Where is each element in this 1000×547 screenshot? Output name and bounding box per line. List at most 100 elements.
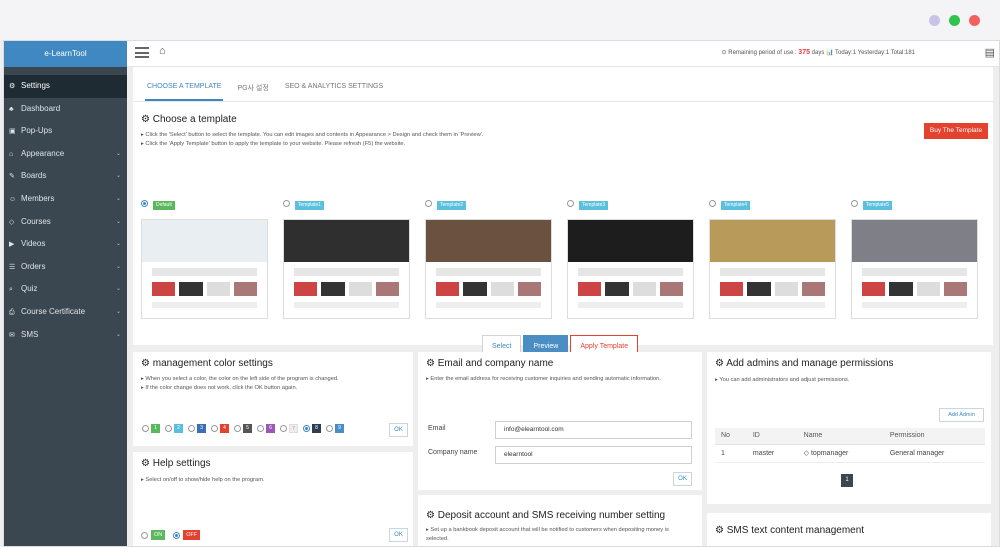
add-admin-button[interactable]: Add Admin: [939, 408, 984, 422]
sidebar-item-videos[interactable]: ▶ Videos ⌄: [4, 233, 127, 256]
graduation-cap-icon: ◇: [9, 218, 15, 226]
color-radio[interactable]: [165, 425, 172, 432]
template-radio[interactable]: [283, 200, 290, 207]
company-name-field[interactable]: elearntool: [495, 446, 692, 464]
company-name-label: Company name: [428, 449, 478, 456]
template-radio[interactable]: [567, 200, 574, 207]
sidebar-item-label: Videos: [21, 239, 46, 249]
gear-icon: ⚙: [141, 114, 153, 125]
color-settings-panel: ⚙ management color settings ▸ When you s…: [133, 352, 413, 446]
template-radio[interactable]: [851, 200, 858, 207]
template-card[interactable]: Template4: [709, 199, 836, 319]
help-on-radio[interactable]: [141, 531, 148, 539]
color-radio[interactable]: [188, 425, 195, 432]
template-thumbnail[interactable]: [141, 219, 268, 319]
tab-0[interactable]: CHOOSE A TEMPLATE: [145, 81, 224, 101]
email-ok-button[interactable]: OK: [673, 472, 692, 486]
sidebar-item-dashboard[interactable]: ♣ Dashboard: [4, 98, 127, 121]
video-icon: ▶: [9, 241, 15, 249]
template-label: Template4: [721, 201, 751, 210]
sidebar-item-members[interactable]: ☺ Members ⌄: [4, 188, 127, 211]
sidebar-item-label: Course Certificate: [21, 306, 86, 316]
color-ok-button[interactable]: OK: [389, 423, 408, 437]
template-card[interactable]: Template1: [283, 199, 410, 319]
template-thumbnail[interactable]: [567, 219, 694, 319]
home-icon[interactable]: ⌂: [159, 45, 166, 57]
template-card[interactable]: Template2: [425, 199, 552, 319]
sidebar-item-appearance[interactable]: ⌂ Appearance ⌄: [4, 143, 127, 166]
email-company-desc: ▸ Enter the email address for receiving …: [426, 376, 661, 382]
sms-title: ⚙ SMS text content management: [715, 525, 865, 536]
sidebar-nav: ⚙ Settings ♣ Dashboard ▣ Pop-Ups ⌂ Appearance ⌄ ✎…: [4, 75, 127, 346]
color-swatch[interactable]: 8: [303, 424, 321, 433]
email-company-title: ⚙ Email and company name: [426, 358, 554, 369]
color-radio[interactable]: [257, 425, 264, 432]
sidebar-item-label: Quiz: [21, 284, 38, 294]
template-thumbnail[interactable]: [709, 219, 836, 319]
chevron-down-icon: ⌄: [115, 308, 121, 315]
color-swatch[interactable]: 5: [234, 424, 252, 433]
color-swatch[interactable]: 7: [280, 424, 298, 433]
email-field[interactable]: info@elearntool.com: [495, 421, 692, 439]
chevron-down-icon: ⌄: [115, 173, 121, 180]
gear-icon: ⚙: [715, 358, 727, 369]
sidebar-item-course-certificate[interactable]: ⎙ Course Certificate ⌄: [4, 301, 127, 324]
color-swatch[interactable]: 6: [257, 424, 275, 433]
template-thumbnail[interactable]: [425, 219, 552, 319]
menu-toggle-icon[interactable]: [135, 47, 149, 58]
sidebar-item-label: Boards: [21, 171, 47, 181]
tab-2[interactable]: SEO & ANALYTICS SETTINGS: [283, 81, 385, 101]
template-thumbnail[interactable]: [851, 219, 978, 319]
color-swatch[interactable]: 3: [188, 424, 206, 433]
sidebar-item-settings[interactable]: ⚙ Settings: [4, 75, 127, 98]
deposit-panel: ⚙ Deposit account and SMS receiving numb…: [418, 495, 702, 546]
template-radio[interactable]: [709, 200, 716, 207]
brand-logo[interactable]: e-LearnTool: [4, 41, 127, 67]
admins-title: ⚙ Add admins and manage permissions: [715, 358, 894, 369]
color-swatch[interactable]: 2: [165, 424, 183, 433]
sidebar-item-orders[interactable]: ☰ Orders ⌄: [4, 256, 127, 279]
help-off-radio[interactable]: [173, 531, 181, 539]
window-dot-green[interactable]: [949, 15, 960, 26]
sidebar-item-boards[interactable]: ✎ Boards ⌄: [4, 165, 127, 188]
sidebar-item-label: Dashboard: [21, 103, 61, 113]
color-radio[interactable]: [234, 425, 241, 432]
window-dot-red[interactable]: [969, 15, 980, 26]
color-radio[interactable]: [211, 425, 218, 432]
template-thumbnail[interactable]: [283, 219, 410, 319]
sidebar-item-courses[interactable]: ◇ Courses ⌄: [4, 211, 127, 234]
color-radio[interactable]: [142, 425, 149, 432]
template-card[interactable]: Template5: [851, 199, 978, 319]
color-swatch[interactable]: 4: [211, 424, 229, 433]
color-box: 6: [266, 424, 275, 433]
help-ok-button[interactable]: OK: [389, 528, 408, 542]
chevron-down-icon: ⌄: [115, 195, 121, 202]
sidebar-item-label: Settings: [21, 81, 50, 90]
manual-icon[interactable]: ▤: [985, 46, 995, 59]
table-row[interactable]: 1 master ◇ topmanager General manager: [715, 444, 985, 463]
tab-1[interactable]: PG사 설정: [235, 81, 270, 101]
remaining-label: ⊙ Remaining period of use :: [721, 50, 797, 56]
sidebar-item-quiz[interactable]: ⌕ Quiz ⌄: [4, 278, 127, 301]
color-radio[interactable]: [326, 425, 333, 432]
color-swatch[interactable]: 9: [326, 424, 344, 433]
sitemap-icon: ♣: [9, 105, 14, 113]
sidebar-item-label: Members: [21, 193, 55, 203]
template-radio[interactable]: [425, 200, 432, 207]
template-card[interactable]: Template3: [567, 199, 694, 319]
sidebar-item-pop-ups[interactable]: ▣ Pop-Ups: [4, 120, 127, 143]
help-on-label: ON: [151, 530, 166, 540]
sidebar-item-sms[interactable]: ✉ SMS ⌄: [4, 324, 127, 347]
column-header: Name: [797, 428, 884, 445]
template-card[interactable]: Default: [141, 199, 268, 319]
buy-template-button[interactable]: Buy The Template: [924, 123, 988, 139]
settings-tabs: CHOOSE A TEMPLATE PG사 설정 SEO & ANALYTICS S…: [145, 81, 385, 101]
pagination-page[interactable]: 1: [841, 474, 853, 487]
window-dot-purple[interactable]: [929, 15, 940, 26]
color-radio[interactable]: [303, 425, 310, 432]
pencil-icon: ✎: [9, 173, 15, 181]
color-radio[interactable]: [280, 425, 287, 432]
color-swatch[interactable]: 1: [142, 424, 160, 433]
color-settings-desc: ▸ When you select a color, the color on …: [141, 376, 339, 391]
template-radio[interactable]: [141, 200, 148, 207]
